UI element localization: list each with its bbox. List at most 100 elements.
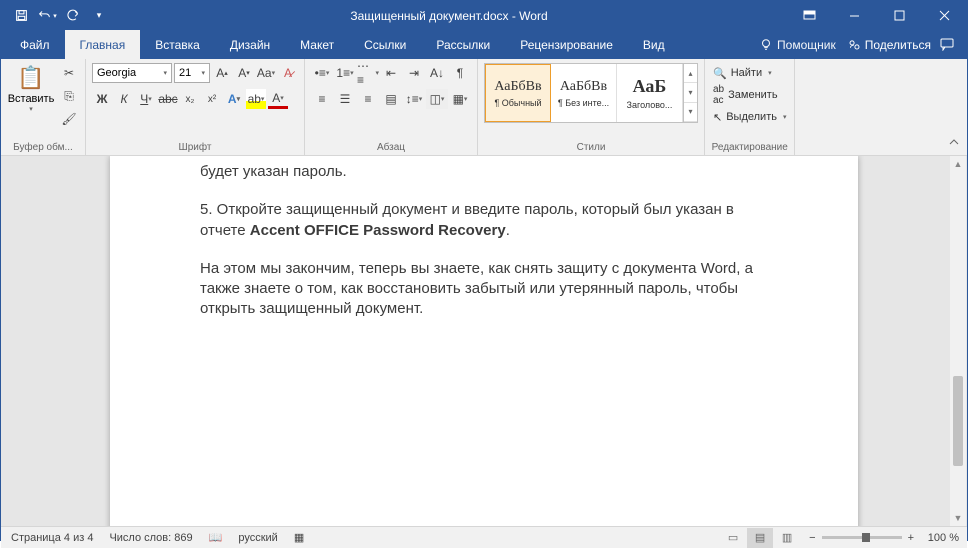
qat-customize-icon[interactable]: ▾ [87, 4, 111, 28]
view-read-mode-icon[interactable]: ▭ [720, 528, 746, 548]
tab-mailings[interactable]: Рассылки [421, 30, 505, 59]
document-page[interactable]: будет указан пароль. 5. Откройте защищен… [110, 156, 858, 526]
document-area[interactable]: будет указан пароль. 5. Откройте защищен… [1, 156, 967, 526]
find-button[interactable]: 🔍Найти▾ [711, 63, 774, 83]
view-print-layout-icon[interactable]: ▤ [747, 528, 773, 548]
view-web-layout-icon[interactable]: ▥ [774, 528, 800, 548]
style-gallery[interactable]: АаБбВв ¶ Обычный АаБбВв ¶ Без инте... Аа… [484, 63, 698, 123]
tab-view[interactable]: Вид [628, 30, 680, 59]
document-paragraph[interactable]: 5. Откройте защищенный документ и введит… [200, 200, 768, 241]
tab-home[interactable]: Главная [65, 30, 141, 59]
group-label-editing: Редактирование [711, 141, 788, 154]
bold-icon[interactable]: Ж [92, 89, 112, 109]
collapse-ribbon-icon[interactable] [945, 133, 963, 151]
style-no-spacing[interactable]: АаБбВв ¶ Без инте... [551, 64, 617, 122]
group-font: Georgia▾ 21▾ A▴ A▾ Aa▾ A̷ Ж К Ч▾ abc x₂ … [86, 59, 305, 155]
title-bar: ▾ ▾ Защищенный документ.docx - Word [1, 1, 967, 30]
justify-icon[interactable]: ▤ [380, 89, 402, 109]
status-page[interactable]: Страница 4 из 4 [11, 532, 93, 544]
style-scroll-down-icon[interactable]: ▾ [684, 83, 697, 102]
scroll-thumb[interactable] [953, 376, 963, 466]
align-left-icon[interactable]: ≡ [311, 89, 333, 109]
document-paragraph[interactable]: будет указан пароль. [200, 162, 768, 182]
subscript-icon[interactable]: x₂ [180, 89, 200, 109]
zoom-track[interactable] [822, 536, 902, 539]
group-label-clipboard: Буфер обм... [7, 141, 79, 154]
replace-button[interactable]: abacЗаменить [711, 85, 780, 105]
tab-design[interactable]: Дизайн [215, 30, 285, 59]
group-paragraph: •≡▾ 1≡▾ ⋯≡▾ ⇤ ⇥ A↓ ¶ ≡ ☰ ≡ ▤ ↕≡▾ ◫▾ ▦▾ А… [305, 59, 478, 155]
shading-icon[interactable]: ◫▾ [426, 89, 448, 109]
scroll-down-icon[interactable]: ▼ [950, 510, 966, 526]
save-icon[interactable] [9, 4, 33, 28]
style-heading1[interactable]: АаБ Заголово... [617, 64, 683, 122]
paste-label: Вставить [8, 93, 55, 105]
format-painter-icon[interactable]: 🖌 [59, 109, 79, 129]
font-name-combo[interactable]: Georgia▾ [92, 63, 172, 83]
paste-button[interactable]: 📋 Вставить ▾ [7, 63, 55, 115]
tab-insert[interactable]: Вставка [140, 30, 215, 59]
tab-layout[interactable]: Макет [285, 30, 349, 59]
undo-icon[interactable]: ▾ [35, 4, 59, 28]
change-case-icon[interactable]: Aa▾ [256, 63, 276, 83]
highlight-icon[interactable]: ab▾ [246, 89, 266, 109]
share-button[interactable]: Поделиться [848, 38, 931, 52]
status-macro-icon[interactable]: ▦ [294, 531, 304, 544]
style-gallery-scroll[interactable]: ▴ ▾ ▾ [683, 64, 697, 122]
align-center-icon[interactable]: ☰ [334, 89, 356, 109]
maximize-icon[interactable] [877, 1, 922, 30]
status-word-count[interactable]: Число слов: 869 [109, 532, 192, 544]
share-icon [848, 38, 861, 51]
style-normal[interactable]: АаБбВв ¶ Обычный [485, 64, 551, 122]
cut-icon[interactable]: ✂ [59, 63, 79, 83]
share-label: Поделиться [865, 38, 931, 52]
paste-icon: 📋 [17, 65, 44, 91]
tab-file[interactable]: Файл [5, 30, 65, 59]
italic-icon[interactable]: К [114, 89, 134, 109]
decrease-font-icon[interactable]: A▾ [234, 63, 254, 83]
comments-icon[interactable] [937, 35, 957, 55]
decrease-indent-icon[interactable]: ⇤ [380, 63, 402, 83]
tab-references[interactable]: Ссылки [349, 30, 421, 59]
sort-icon[interactable]: A↓ [426, 63, 448, 83]
font-size-combo[interactable]: 21▾ [174, 63, 210, 83]
strikethrough-icon[interactable]: abc [158, 89, 178, 109]
status-language[interactable]: русский [238, 532, 277, 544]
zoom-slider[interactable]: − + [809, 532, 914, 544]
vertical-scrollbar[interactable]: ▲ ▼ [950, 156, 966, 526]
show-marks-icon[interactable]: ¶ [449, 63, 471, 83]
copy-icon[interactable]: ⎘ [59, 86, 79, 106]
style-expand-icon[interactable]: ▾ [684, 103, 697, 122]
style-scroll-up-icon[interactable]: ▴ [684, 64, 697, 83]
tab-review[interactable]: Рецензирование [505, 30, 628, 59]
close-icon[interactable] [922, 1, 967, 30]
group-label-styles: Стили [484, 141, 698, 154]
select-button[interactable]: ↖Выделить▾ [711, 107, 788, 127]
group-label-paragraph: Абзац [311, 141, 471, 154]
underline-icon[interactable]: Ч▾ [136, 89, 156, 109]
numbering-icon[interactable]: 1≡▾ [334, 63, 356, 83]
increase-font-icon[interactable]: A▴ [212, 63, 232, 83]
redo-icon[interactable] [61, 4, 85, 28]
text-effects-icon[interactable]: A▾ [224, 89, 244, 109]
zoom-out-icon[interactable]: − [809, 532, 815, 544]
zoom-in-icon[interactable]: + [908, 532, 914, 544]
group-clipboard: 📋 Вставить ▾ ✂ ⎘ 🖌 Буфер обм... [1, 59, 86, 155]
clear-formatting-icon[interactable]: A̷ [278, 63, 298, 83]
scroll-up-icon[interactable]: ▲ [950, 156, 966, 172]
increase-indent-icon[interactable]: ⇥ [403, 63, 425, 83]
tell-me-search[interactable]: Помощник [759, 38, 836, 52]
line-spacing-icon[interactable]: ↕≡▾ [403, 89, 425, 109]
zoom-level[interactable]: 100 % [923, 532, 959, 544]
document-paragraph[interactable]: На этом мы закончим, теперь вы знаете, к… [200, 259, 768, 320]
borders-icon[interactable]: ▦▾ [449, 89, 471, 109]
ribbon-display-options-icon[interactable] [787, 1, 832, 30]
status-bar: Страница 4 из 4 Число слов: 869 📖 русски… [1, 526, 967, 548]
minimize-icon[interactable] [832, 1, 877, 30]
bullets-icon[interactable]: •≡▾ [311, 63, 333, 83]
multilevel-list-icon[interactable]: ⋯≡▾ [357, 63, 379, 83]
font-color-icon[interactable]: A▾ [268, 89, 288, 109]
superscript-icon[interactable]: x² [202, 89, 222, 109]
status-spellcheck-icon[interactable]: 📖 [209, 531, 223, 544]
align-right-icon[interactable]: ≡ [357, 89, 379, 109]
